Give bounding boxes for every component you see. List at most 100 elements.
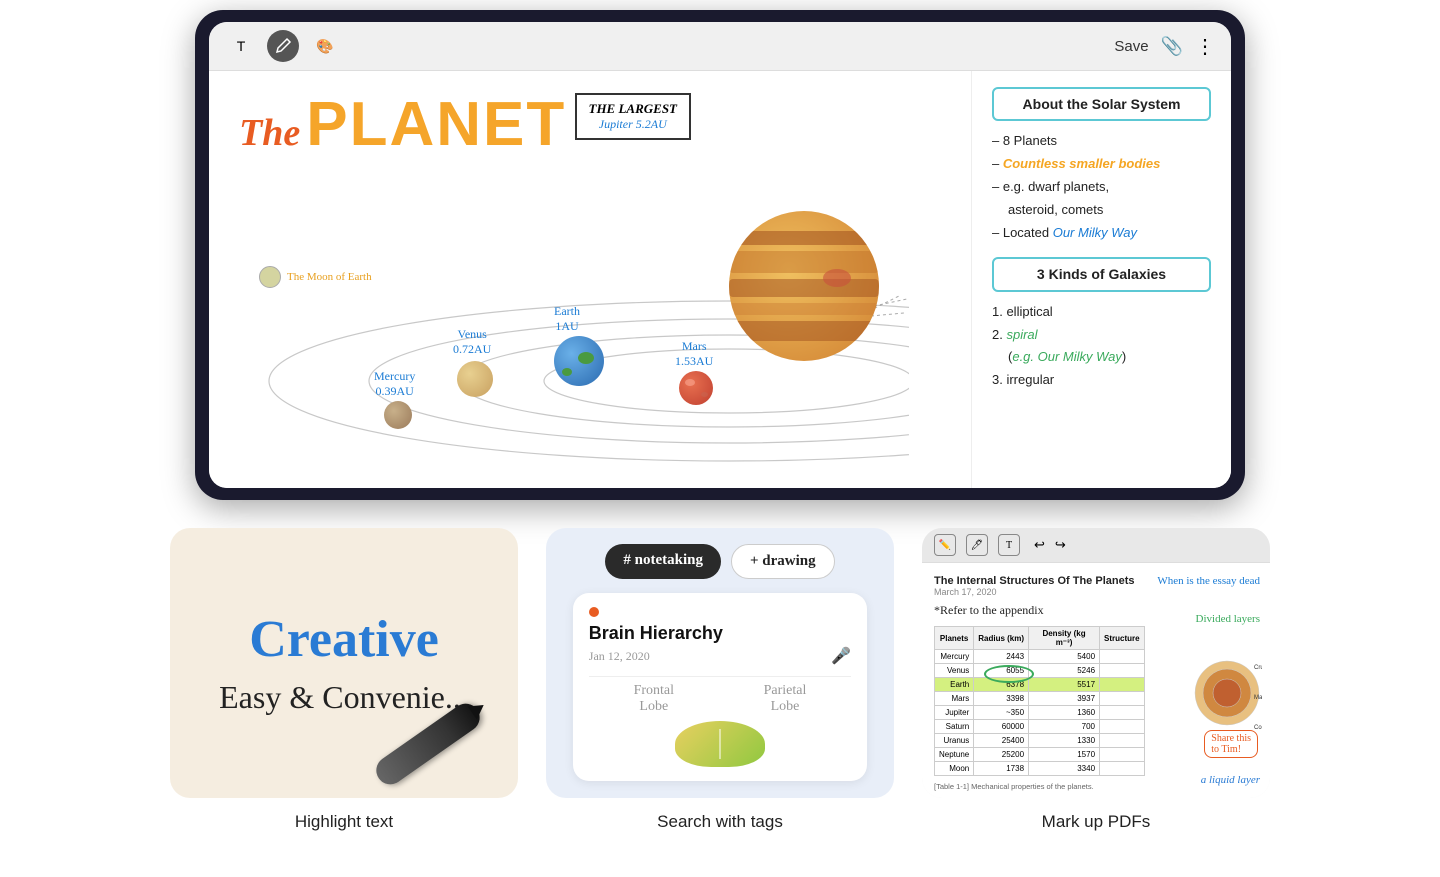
note-asteroid: asteroid, comets xyxy=(992,200,1211,221)
svg-text:Mantle: Mantle xyxy=(1254,695,1262,701)
creative-text: Creative xyxy=(249,610,439,669)
pdf-redo-icon[interactable]: ↪ xyxy=(1055,537,1066,553)
largest-box: THE LARGEST Jupiter 5.2AU xyxy=(575,93,692,140)
col-density: Density (kg m⁻³) xyxy=(1029,627,1100,650)
mars-planet xyxy=(679,371,713,405)
note-milky-way: Our Milky Way xyxy=(1053,225,1137,240)
table-row-mars: Mars33983937 xyxy=(935,692,1145,706)
venus-label: Venus0.72AU xyxy=(453,327,491,357)
mic-icon: 🎤 xyxy=(831,646,851,666)
brain-visual-container xyxy=(589,721,851,767)
search-image: # notetaking + drawing Brain Hierarchy J… xyxy=(546,528,894,798)
toolbar-actions: Save 📎 ⋮ xyxy=(1114,34,1215,59)
feature-pdf-card: ✏️ 🖊 T ↩ ↪ The Internal Structures Of Th… xyxy=(922,528,1270,832)
col-planets: Planets xyxy=(935,627,974,650)
frontal-lobe-label: Frontal Lobe xyxy=(634,683,674,715)
tablet-screen: T 🎨 Save 📎 ⋮ The PLANE xyxy=(209,22,1231,488)
table-row-venus: Venus60555246 xyxy=(935,664,1145,678)
note-card-date: Jan 12, 2020 🎤 xyxy=(589,646,851,666)
note-eg: – e.g. dwarf planets, xyxy=(992,177,1211,198)
moon-label: The Moon of Earth xyxy=(259,266,372,288)
feature-cards-section: Creative Easy & Convenie... Highlight te… xyxy=(170,528,1270,832)
mars-container: Mars1.53AU xyxy=(679,371,713,405)
pdf-pencil-icon[interactable]: ✏️ xyxy=(934,534,956,556)
col-structure: Structure xyxy=(1100,627,1145,650)
pdf-label: Mark up PDFs xyxy=(1042,812,1151,832)
largest-title: THE LARGEST xyxy=(589,101,678,117)
more-icon[interactable]: ⋮ xyxy=(1195,34,1215,59)
solar-points: – 8 Planets – Countless smaller bodies –… xyxy=(992,131,1211,243)
planet-diagram: Crust Mantle Core xyxy=(1192,623,1262,763)
search-label: Search with tags xyxy=(657,812,783,832)
drawing-tag[interactable]: + drawing xyxy=(731,544,835,579)
col-radius: Radius (km) xyxy=(974,627,1029,650)
svg-text:Crust: Crust xyxy=(1254,665,1262,671)
note-8-planets: – 8 Planets xyxy=(992,131,1211,152)
jupiter-container xyxy=(729,211,879,361)
solar-system-box: About the Solar System xyxy=(992,87,1211,121)
tag-row: # notetaking + drawing xyxy=(605,544,834,579)
earth-continent1 xyxy=(578,352,594,364)
pdf-text-icon[interactable]: T xyxy=(998,534,1020,556)
earth-continent2 xyxy=(562,368,572,376)
save-button[interactable]: Save xyxy=(1114,38,1148,55)
note-countless: – Countless smaller bodies xyxy=(992,154,1211,175)
highlight-label: Highlight text xyxy=(295,812,393,832)
pdf-content: The Internal Structures Of The Planets M… xyxy=(922,563,1270,798)
moon-circle xyxy=(259,266,281,288)
svg-text:Core: Core xyxy=(1254,725,1262,731)
table-row-moon: Moon17383340 xyxy=(935,762,1145,776)
note-lobes: Frontal Lobe Parietal Lobe xyxy=(589,676,851,715)
tablet-device: T 🎨 Save 📎 ⋮ The PLANE xyxy=(195,10,1245,500)
table-row-neptune: Neptune252001570 xyxy=(935,748,1145,762)
attach-icon[interactable]: 📎 xyxy=(1161,36,1183,57)
galaxy-spiral: 2. spiral xyxy=(992,325,1211,346)
pdf-when-label: When is the essay dead xyxy=(1157,575,1260,587)
galaxy-points: 1. elliptical 2. spiral (e.g. Our Milky … xyxy=(992,302,1211,391)
pen-tool-button[interactable] xyxy=(267,30,299,62)
stylus-tip xyxy=(468,698,489,719)
pdf-image: ✏️ 🖊 T ↩ ↪ The Internal Structures Of Th… xyxy=(922,528,1270,798)
highlight-image: Creative Easy & Convenie... xyxy=(170,528,518,798)
brain-divider xyxy=(719,729,721,759)
notetaking-tag[interactable]: # notetaking xyxy=(605,544,721,579)
pdf-date: March 17, 2020 xyxy=(934,587,1258,597)
title-planet: PLANET xyxy=(306,89,566,160)
earth-planet xyxy=(554,336,604,386)
jupiter-planet xyxy=(729,211,879,361)
note-located: – Located Our Milky Way xyxy=(992,223,1211,244)
canvas-area: The PLANET THE LARGEST Jupiter 5.2AU xyxy=(209,71,1231,488)
pdf-toolbar: ✏️ 🖊 T ↩ ↪ xyxy=(922,528,1270,563)
palette-tool-button[interactable]: 🎨 xyxy=(309,30,341,62)
table-row-uranus: Uranus254001330 xyxy=(935,734,1145,748)
galaxies-box: 3 Kinds of Galaxies xyxy=(992,257,1211,291)
galaxy-elliptical: 1. elliptical xyxy=(992,302,1211,323)
brain-visual xyxy=(675,721,765,767)
text-tool-button[interactable]: T xyxy=(225,30,257,62)
mercury-planet xyxy=(384,401,412,429)
earth-container: Earth1AU xyxy=(554,336,604,386)
app-toolbar: T 🎨 Save 📎 ⋮ xyxy=(209,22,1231,71)
galaxy-eg-milky: (e.g. Our Milky Way) xyxy=(992,347,1211,368)
largest-subtitle: Jupiter 5.2AU xyxy=(589,117,678,132)
note-dot xyxy=(589,607,599,617)
table-row-saturn: Saturn60000700 xyxy=(935,720,1145,734)
pdf-marker-icon[interactable]: 🖊 xyxy=(966,534,988,556)
venus-planet xyxy=(457,361,493,397)
note-countless-text: Countless smaller bodies xyxy=(1003,156,1161,171)
feature-search-card: # notetaking + drawing Brain Hierarchy J… xyxy=(546,528,894,832)
planet-title: The PLANET xyxy=(239,89,566,160)
notes-section: About the Solar System – 8 Planets – Cou… xyxy=(971,71,1231,488)
pdf-undo-icon[interactable]: ↩ xyxy=(1034,537,1045,553)
easy-text: Easy & Convenie... xyxy=(219,679,469,716)
table-row-mercury: Mercury24435400 xyxy=(935,650,1145,664)
galaxy-irregular: 3. irregular xyxy=(992,370,1211,391)
planet-drawing-section: The PLANET THE LARGEST Jupiter 5.2AU xyxy=(209,71,971,488)
note-card-title: Brain Hierarchy xyxy=(589,623,851,644)
pdf-data-table: Planets Radius (km) Density (kg m⁻³) Str… xyxy=(934,626,1145,776)
galaxy-spiral-text: spiral xyxy=(1006,327,1037,342)
mars-label: Mars1.53AU xyxy=(675,339,713,369)
table-row-earth: Earth63785517 xyxy=(935,678,1145,692)
mercury-label: Mercury0.39AU xyxy=(374,369,415,399)
title-the: The xyxy=(239,111,300,155)
